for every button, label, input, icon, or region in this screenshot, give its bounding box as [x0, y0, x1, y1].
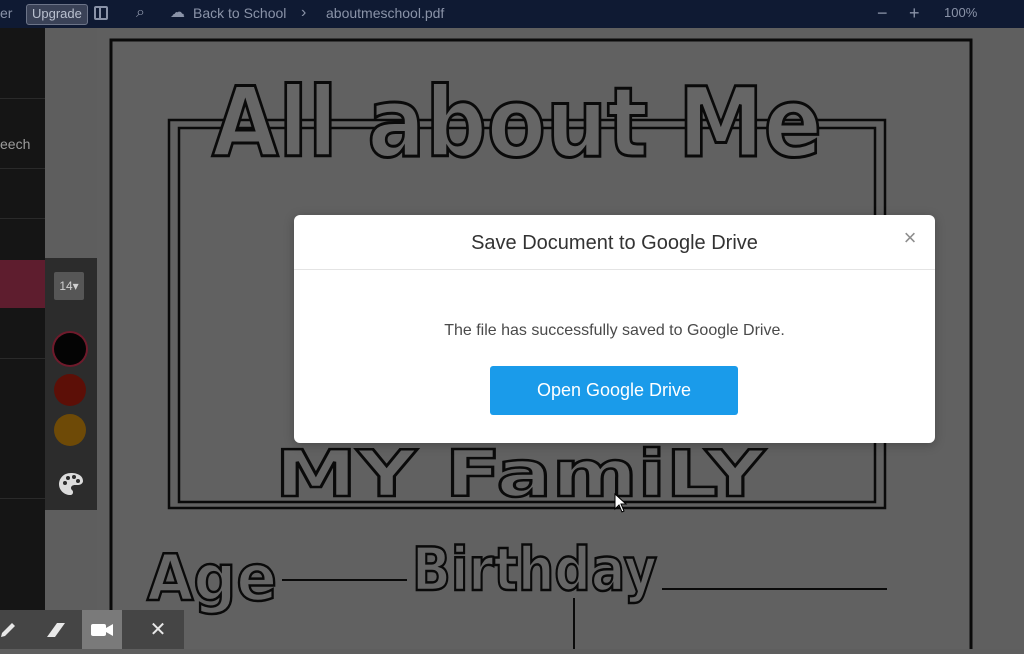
- sidebar-divider: [0, 358, 45, 359]
- sidebar-toggle-icon[interactable]: [94, 6, 108, 20]
- font-size-select[interactable]: 14▾: [54, 272, 84, 300]
- dialog-header: Save Document to Google Drive ×: [294, 215, 935, 270]
- open-google-drive-button[interactable]: Open Google Drive: [490, 366, 738, 415]
- title-art: All about Me: [212, 67, 822, 179]
- birthday-art: Birthday: [412, 535, 657, 605]
- bottom-toolbar: ✕: [0, 610, 184, 649]
- zoom-out-button[interactable]: −: [877, 0, 888, 28]
- eraser-icon[interactable]: [36, 610, 76, 649]
- left-sidebar: eech: [0, 28, 45, 649]
- sidebar-item-selected[interactable]: [0, 260, 45, 308]
- close-icon[interactable]: ×: [899, 227, 921, 249]
- zoom-level[interactable]: 100%: [944, 0, 977, 28]
- upgrade-button[interactable]: Upgrade: [26, 4, 88, 25]
- mouse-cursor-icon: [614, 493, 628, 513]
- breadcrumb-folder[interactable]: Back to School: [193, 0, 286, 28]
- save-to-drive-dialog: Save Document to Google Drive × The file…: [294, 215, 935, 443]
- account-name[interactable]: er: [0, 0, 12, 28]
- dialog-message: The file has successfully saved to Googl…: [444, 322, 785, 339]
- color-swatch-orange[interactable]: [54, 414, 86, 446]
- breadcrumb-file[interactable]: aboutmeschool.pdf: [326, 0, 444, 28]
- sidebar-divider: [0, 168, 45, 169]
- sidebar-item-speech[interactable]: eech: [0, 136, 30, 152]
- sidebar-divider: [0, 498, 45, 499]
- age-art: Age: [147, 542, 277, 616]
- annotation-toolbar: 14▾: [45, 258, 98, 510]
- close-icon[interactable]: ✕: [138, 610, 178, 649]
- cloud-icon: ☁: [170, 4, 185, 21]
- sidebar-divider: [0, 218, 45, 219]
- top-bar: er Upgrade ⌕ ☁ Back to School › aboutmes…: [0, 0, 1024, 28]
- breadcrumb-separator: ›: [301, 4, 307, 21]
- palette-icon[interactable]: [58, 471, 84, 497]
- family-art: MY FamiLY: [275, 438, 766, 512]
- zoom-in-button[interactable]: +: [909, 0, 920, 28]
- video-camera-icon[interactable]: [82, 610, 122, 649]
- color-swatch-red[interactable]: [54, 374, 86, 406]
- color-swatch-black[interactable]: [54, 333, 86, 365]
- dialog-title: Save Document to Google Drive: [471, 232, 758, 254]
- pencil-icon[interactable]: [0, 610, 28, 649]
- sidebar-divider: [0, 98, 45, 99]
- search-icon[interactable]: ⌕: [136, 0, 145, 28]
